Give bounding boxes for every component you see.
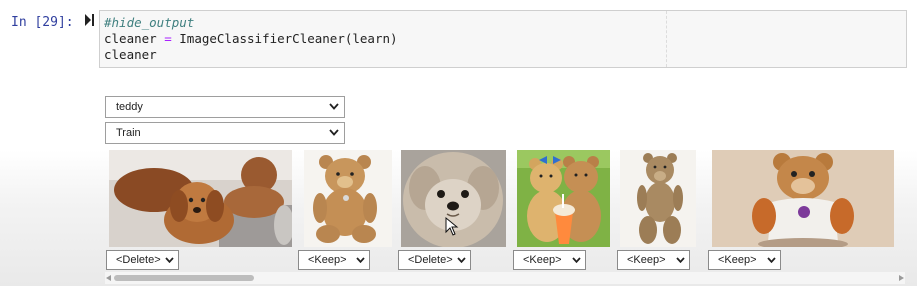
image-5-action-select[interactable]: <Keep> [617,250,690,270]
scrollbar-thumb[interactable] [114,275,254,281]
image-3-action-value: <Delete> [408,254,453,266]
image-2-action-select[interactable]: <Keep> [298,250,370,270]
image-4-action-value: <Keep> [523,254,562,266]
puppies-image [109,150,292,247]
image-1-action-select[interactable]: <Delete> [106,250,179,270]
image-thumbnail-2 [304,150,392,247]
split-dropdown-value: Train [116,127,141,139]
image-thumbnail-4 [517,150,610,247]
image-thumbnail-6 [712,150,894,247]
image-3-action-select[interactable]: <Delete> [398,250,471,270]
chevron-down-icon [457,257,466,263]
teddy-bear-image [304,150,392,247]
two-teddy-bears-image [517,150,610,247]
vintage-teddy-bear-image [620,150,696,247]
chevron-down-icon [329,129,339,136]
cell-prompt: In [29]: [11,15,74,30]
scroll-left-icon[interactable] [106,275,112,281]
code-variable: cleaner [104,31,157,46]
image-thumbnail-5 [620,150,696,247]
teddy-ruxpin-image [712,150,894,247]
image-2-action-value: <Keep> [308,254,347,266]
chevron-down-icon [676,257,685,263]
chevron-down-icon [165,257,174,263]
image-thumbnail-3 [401,150,506,247]
image-6-action-value: <Keep> [718,254,757,266]
image-5-action-value: <Keep> [627,254,666,266]
chevron-down-icon [767,257,776,263]
category-dropdown[interactable]: teddy [105,96,345,118]
code-comment: #hide_output [104,15,195,30]
code-operator: = [164,31,172,46]
horizontal-scrollbar[interactable] [105,272,905,284]
split-dropdown[interactable]: Train [105,122,345,144]
image-1-action-value: <Delete> [116,254,161,266]
code-line-3: cleaner [104,47,157,62]
category-dropdown-value: teddy [116,101,143,113]
image-4-action-select[interactable]: <Keep> [513,250,586,270]
image-6-action-select[interactable]: <Keep> [708,250,781,270]
line-length-ruler [666,11,667,67]
run-cell-icon[interactable] [85,14,95,26]
scroll-right-icon[interactable] [898,275,904,281]
chevron-down-icon [572,257,581,263]
code-text[interactable]: #hide_output cleaner = ImageClassifierCl… [104,15,398,63]
chevron-down-icon [329,103,339,110]
fluffy-dog-image [401,150,506,247]
code-call: ImageClassifierCleaner(learn) [179,31,398,46]
code-cell-editor[interactable]: #hide_output cleaner = ImageClassifierCl… [99,10,907,68]
image-thumbnail-1 [109,150,292,247]
chevron-down-icon [356,257,365,263]
